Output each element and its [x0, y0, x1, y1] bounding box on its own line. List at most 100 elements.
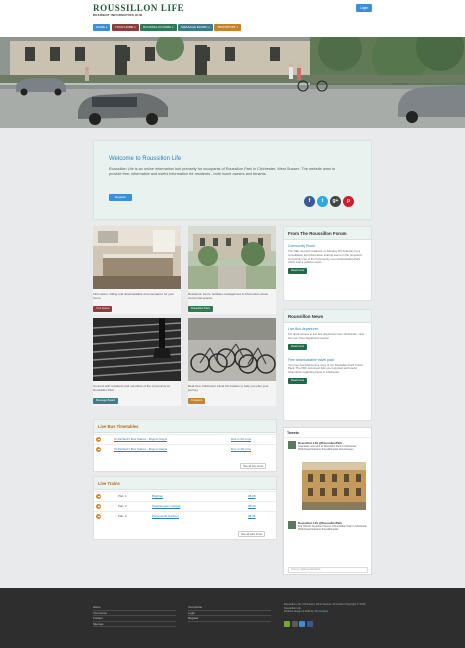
card-text: Connect with residents and members of th…	[93, 384, 170, 393]
designer-link[interactable]: Tel Creative	[315, 610, 329, 613]
forum-read-more-button[interactable]: Read more	[288, 268, 308, 275]
tweet: Roussillon Life @RoussillonPark A fantas…	[288, 441, 368, 521]
news-item-text: You may download a free copy of our Rous…	[288, 362, 363, 375]
park-photo	[188, 226, 276, 289]
card-your-home: Information, billing and downloadable do…	[93, 226, 181, 314]
train-destination-link[interactable]: Portsmouth Harbour	[152, 512, 179, 521]
nav-item-your-home[interactable]: YOUR HOME▾	[111, 24, 139, 31]
live-trains-title: Live Trains	[94, 477, 276, 490]
message-board-button[interactable]: Message Board	[93, 398, 118, 404]
bus-route-link[interactable]: St Richard's Bus Station - Bognor Regis	[114, 435, 167, 444]
train-arrow-icon	[96, 494, 101, 499]
tweet-input[interactable]: Tweet to @RoussillonPark	[288, 567, 368, 573]
your-home-button[interactable]: Your Home	[93, 306, 113, 312]
live-bus-title: Live Bus Timetables	[94, 420, 276, 433]
nav-item-home[interactable]: HOME▾	[93, 24, 111, 31]
roussillon-park-button[interactable]: Roussillon Park	[188, 306, 213, 312]
footer-links-2: Your Home Login Register	[188, 605, 271, 622]
social-links: f t g+ p	[304, 196, 354, 207]
chevron-down-icon: ▾	[236, 26, 238, 29]
train-platform: Plat. 2	[118, 514, 127, 518]
bus-due-link[interactable]: Due in 09 mins	[231, 435, 251, 444]
news-panel: Roussillon News Live Bus departures For …	[283, 309, 372, 421]
hero-photo	[0, 37, 465, 128]
facebook-icon[interactable]: f	[304, 196, 315, 207]
brand-title[interactable]: ROUSSILLON LIFE	[93, 3, 184, 13]
nav-label: TRANSPORT	[217, 25, 236, 29]
tweet-text: The Historic Frontline Houses of Roussil…	[298, 525, 368, 532]
train-time-link[interactable]: 08:28	[248, 492, 256, 501]
main-nav: HOME▾ YOUR HOME▾ ROUSSILLON PARK▾ MESSAGE B…	[93, 24, 241, 31]
kitchen-photo	[93, 226, 181, 289]
designed-by-text: Website design & build by	[284, 610, 314, 614]
bus-due-link[interactable]: Due in 29 mins	[231, 445, 251, 454]
site-footer: Home Your Home Contact Sitemap Your Home Log…	[0, 588, 465, 648]
nav-item-message-board[interactable]: MESSAGE BOARD▾	[178, 24, 213, 31]
footer-link[interactable]: Sitemap	[93, 622, 176, 628]
train-arrow-icon	[96, 504, 101, 509]
footer-links-1: Home Your Home Contact Sitemap	[93, 605, 176, 628]
brand-subtitle: RESIDENT INFORMATION HUB	[93, 13, 143, 17]
tweet: Roussillon Life @RoussillonPark The Hist…	[288, 521, 368, 565]
welcome-panel: Welcome to Roussillon Life Roussillon Li…	[93, 140, 372, 220]
register-button[interactable]: Register	[109, 194, 132, 201]
live-bus-panel: Live Bus Timetables St Richard's Bus Sta…	[93, 419, 277, 472]
nav-label: MESSAGE BOARD	[181, 25, 208, 29]
train-platform: Plat. 2	[118, 504, 127, 508]
news-read-more-button[interactable]: Read more	[288, 343, 308, 350]
news-item-text: For quick access to live bus departures …	[288, 332, 365, 340]
facebook-icon[interactable]	[306, 621, 313, 627]
card-text: Real-time Chichester travel information …	[188, 384, 269, 393]
avatar[interactable]	[288, 441, 296, 449]
nav-item-transport[interactable]: TRANSPORT▾	[214, 24, 241, 31]
footer-link[interactable]: Register	[188, 616, 271, 622]
bus-route-link[interactable]: St Richard's Bus Station - Bognor Regis	[114, 445, 167, 454]
card-roussillon-park: Residents' forum, facilities management …	[188, 226, 276, 314]
card-text: Information, billing and downloadable do…	[93, 292, 175, 301]
forum-title: From The Roussillon Forum	[284, 227, 371, 240]
pinterest-icon[interactable]: p	[343, 196, 354, 207]
footer-social-icons	[284, 621, 313, 627]
news-item-title[interactable]: Live Bus departures	[288, 327, 367, 331]
train-arrow-icon	[96, 514, 101, 519]
bus-arrow-icon	[96, 437, 101, 442]
news-read-more-button[interactable]: Read more	[288, 377, 308, 384]
footer-copyright: Roussillon Life, Chichester, West Sussex…	[284, 603, 376, 614]
twitter-icon[interactable]	[299, 621, 305, 627]
card-message-board: Connect with residents and members of th…	[93, 318, 181, 406]
transport-button[interactable]: Transport	[188, 398, 206, 404]
chevron-down-icon: ▾	[106, 26, 108, 29]
avatar[interactable]	[288, 521, 296, 529]
google-plus-icon[interactable]: g+	[330, 196, 341, 207]
tweet-photo[interactable]	[302, 462, 366, 510]
chevron-down-icon: ▾	[172, 26, 174, 29]
train-row: Plat. 1 Brighton 08:28	[94, 491, 277, 500]
w3c-icon[interactable]	[291, 621, 298, 627]
tweet-text: A fantastic new shot of Roussillon Park …	[298, 445, 357, 452]
train-destination-link[interactable]: Southampton Central	[152, 502, 180, 511]
bicycles-photo	[188, 318, 276, 381]
see-all-train-times-button[interactable]: See all train times	[238, 531, 266, 537]
nav-label: YOUR HOME	[114, 25, 134, 29]
news-title: Roussillon News	[284, 310, 371, 323]
card-transport: Real-time Chichester travel information …	[188, 318, 276, 406]
boardwalk-photo	[93, 318, 181, 381]
train-destination-link[interactable]: Brighton	[152, 492, 163, 501]
bus-row: St Richard's Bus Station - Bognor Regis …	[94, 444, 277, 453]
twitter-icon[interactable]: t	[317, 196, 328, 207]
login-button[interactable]: Login	[356, 4, 372, 12]
nav-label: ROUSSILLON PARK	[143, 25, 172, 29]
rss-icon[interactable]	[284, 621, 290, 627]
chevron-down-icon: ▾	[134, 26, 136, 29]
train-time-link[interactable]: 08:33	[248, 502, 256, 511]
news-item-title[interactable]: Free downloadable travel pack	[288, 358, 367, 362]
see-all-bus-times-button[interactable]: See all bus times	[240, 463, 267, 469]
tweets-title: Tweets	[284, 428, 371, 438]
forum-item-title[interactable]: Community Room	[288, 244, 367, 248]
train-row: Plat. 2 Portsmouth Harbour 08:35	[94, 511, 277, 520]
brand[interactable]: ROUSSILLON LIFE RESIDENT INFORMATION HUB	[93, 3, 184, 17]
train-time-link[interactable]: 08:35	[248, 512, 256, 521]
welcome-text: Roussillon Life is an online information…	[109, 167, 336, 176]
nav-item-roussillon-park[interactable]: ROUSSILLON PARK▾	[140, 24, 177, 31]
forum-item-text: The CEF met with residents on Monday 4th…	[288, 249, 362, 265]
